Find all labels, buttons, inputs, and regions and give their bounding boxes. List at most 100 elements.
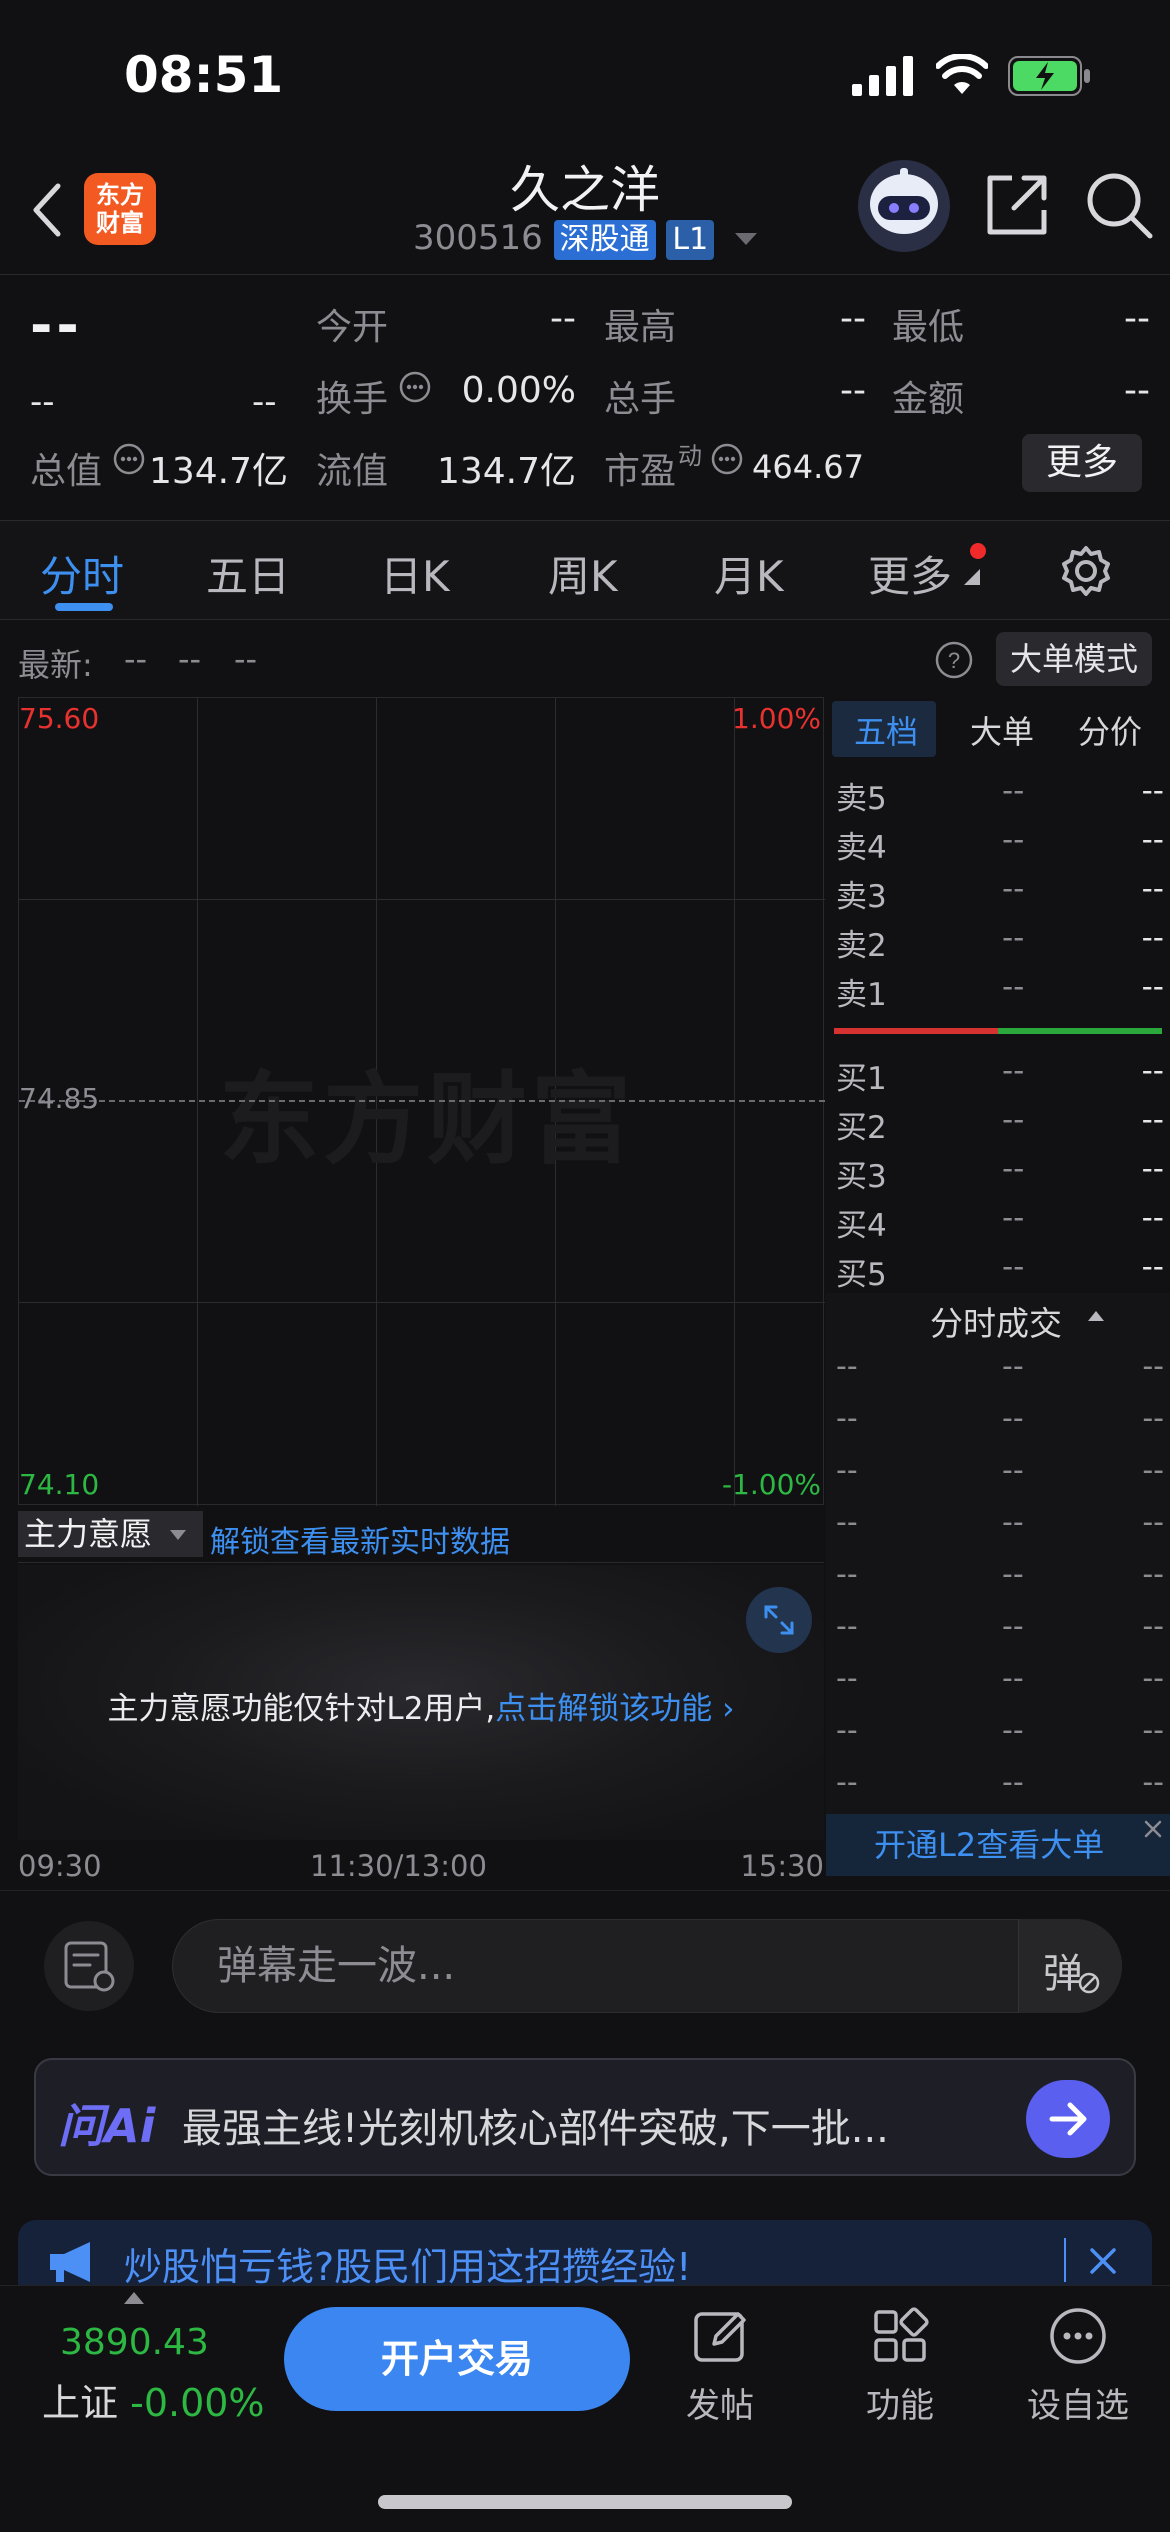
grid-line xyxy=(19,899,825,900)
bid-price: -- xyxy=(1002,1249,1025,1285)
ask-level-label: 卖1 xyxy=(836,977,887,1013)
low-label: 最低 xyxy=(892,307,965,348)
price-axis-top: 75.60 xyxy=(19,702,100,735)
expand-icon xyxy=(764,1605,794,1635)
bid-price: -- xyxy=(1002,1053,1025,1089)
index-value[interactable]: 3890.43 xyxy=(60,2322,209,2363)
level-tag: L1 xyxy=(666,219,715,260)
price-change: -- xyxy=(30,382,55,422)
tab-daily-k[interactable]: 日K xyxy=(380,543,450,604)
disabled-icon xyxy=(1078,1972,1100,1994)
bid-volume: -- xyxy=(1141,1249,1164,1285)
ask-volume: -- xyxy=(1141,920,1164,956)
danmaku-settings-icon xyxy=(64,1941,115,1992)
float-label: 流值 xyxy=(316,451,389,492)
deal-row: -- -- -- xyxy=(826,1661,1170,1713)
more-quote-button[interactable]: 更多 xyxy=(1022,434,1142,492)
share-icon[interactable] xyxy=(984,172,1050,238)
danmaku-bar: 弹幕走一波... 弹 xyxy=(0,1890,1170,2030)
ask-level-label: 卖4 xyxy=(836,830,887,866)
open-account-trade-button[interactable]: 开户交易 xyxy=(284,2307,630,2411)
volume-label: 总手 xyxy=(604,379,677,420)
time-start-label: 09:30 xyxy=(18,1849,102,1883)
help-icon[interactable]: ? xyxy=(934,640,974,680)
amount-value: -- xyxy=(1124,370,1150,411)
latest-value-3: -- xyxy=(234,640,258,678)
close-icon[interactable] xyxy=(1138,1814,1168,1844)
l2-big-order-banner[interactable]: 开通L2查看大单 xyxy=(826,1814,1170,1876)
deal-volume: -- xyxy=(1142,1609,1164,1644)
edit-post-icon xyxy=(694,2312,746,2362)
more-dots-icon xyxy=(1050,2308,1106,2364)
ask-row: 卖2 -- -- xyxy=(826,920,1170,969)
danmaku-toggle-button[interactable]: 弹 xyxy=(1018,1919,1122,2013)
deal-price: -- xyxy=(1002,1557,1024,1592)
info-dots-icon[interactable] xyxy=(398,370,432,404)
bid-row: 买1 -- -- xyxy=(826,1053,1170,1102)
tab-five-levels[interactable]: 五档 xyxy=(854,707,918,753)
index-ticker[interactable]: 上证 -0.00% xyxy=(42,2372,265,2427)
ask-level-label: 卖5 xyxy=(836,781,887,817)
bid-volume: -- xyxy=(1141,1151,1164,1187)
pe-value: 464.67 xyxy=(752,448,864,486)
danmaku-settings-button[interactable] xyxy=(44,1921,134,2011)
connect-tag: 深股通 xyxy=(553,219,656,260)
open-label: 今开 xyxy=(316,307,389,348)
tab-price-distribution[interactable]: 分价 xyxy=(1078,707,1142,753)
current-price: -- xyxy=(30,294,83,357)
deal-price: -- xyxy=(1002,1401,1024,1436)
robot-avatar-icon[interactable] xyxy=(858,160,950,252)
settings-gear-icon[interactable] xyxy=(1060,545,1112,597)
bid-volume: -- xyxy=(1141,1200,1164,1236)
low-value: -- xyxy=(1124,298,1150,339)
unlock-feature-link[interactable]: 点击解锁该功能 xyxy=(495,1691,712,1727)
intraday-chart[interactable]: 东方财富 75.60 74.85 74.10 1.00% -1.00% xyxy=(18,697,825,1506)
info-dots-icon[interactable] xyxy=(710,442,744,476)
quote-panel: -- -- -- 今开 -- 最高 -- 最低 -- 换手 0.00% 总手 -… xyxy=(0,276,1170,516)
deal-price: -- xyxy=(1002,1765,1024,1800)
index-name: 上证 xyxy=(42,2381,119,2425)
tab-big-orders[interactable]: 大单 xyxy=(970,707,1034,753)
deal-row: -- -- -- xyxy=(826,1557,1170,1609)
stock-code: 300516 xyxy=(412,218,543,258)
bid-price: -- xyxy=(1002,1200,1025,1236)
add-watchlist-button[interactable]: 设自选 xyxy=(1018,2306,1138,2427)
deal-price: -- xyxy=(1002,1609,1024,1644)
bid-volume: -- xyxy=(1141,1102,1164,1138)
bid-level-label: 买3 xyxy=(836,1159,887,1195)
search-icon[interactable] xyxy=(1084,170,1154,240)
caret-down-icon xyxy=(170,1530,187,1540)
main-force-select[interactable]: 主力意愿 xyxy=(18,1511,203,1557)
deal-price: -- xyxy=(1002,1713,1024,1748)
ask-price: -- xyxy=(1002,822,1025,858)
notification-dot xyxy=(970,543,986,559)
tab-monthly-k[interactable]: 月K xyxy=(714,543,784,604)
sell-ratio-bar xyxy=(834,1028,998,1034)
arrow-right-icon xyxy=(1049,2102,1087,2136)
grid-apps-icon xyxy=(874,2307,929,2362)
deal-volume: -- xyxy=(1142,1453,1164,1488)
ask-level-label: 卖3 xyxy=(836,879,887,915)
tab-more[interactable]: 更多 xyxy=(868,543,952,604)
tab-five-day[interactable]: 五日 xyxy=(206,543,290,604)
deal-volume: -- xyxy=(1142,1505,1164,1540)
deals-title[interactable]: 分时成交 xyxy=(930,1297,1062,1345)
home-indicator xyxy=(378,2495,792,2509)
latest-price-row: 最新: -- -- -- ? 大单模式 xyxy=(0,624,1170,694)
post-button[interactable]: 发帖 xyxy=(660,2306,780,2427)
ai-assistant-bar[interactable]: 问Ai 最强主线!光刻机核心部件突破,下一批... xyxy=(34,2058,1136,2176)
tab-intraday[interactable]: 分时 xyxy=(40,543,124,604)
expand-button[interactable] xyxy=(746,1587,812,1653)
danmaku-input[interactable]: 弹幕走一波... xyxy=(172,1919,1122,2013)
deal-row: -- -- -- xyxy=(826,1505,1170,1557)
functions-button[interactable]: 功能 xyxy=(840,2306,960,2427)
unlock-realtime-link[interactable]: 解锁查看最新实时数据 xyxy=(210,1517,510,1561)
pe-superscript: 动 xyxy=(678,442,702,470)
prev-close-line xyxy=(19,1100,825,1102)
tab-weekly-k[interactable]: 周K xyxy=(548,543,618,604)
ai-go-button[interactable] xyxy=(1026,2080,1110,2158)
time-end-label: 15:30 xyxy=(740,1849,824,1883)
corner-triangle-icon xyxy=(964,569,980,585)
close-icon[interactable] xyxy=(1086,2244,1120,2278)
big-order-mode-button[interactable]: 大单模式 xyxy=(996,632,1152,686)
